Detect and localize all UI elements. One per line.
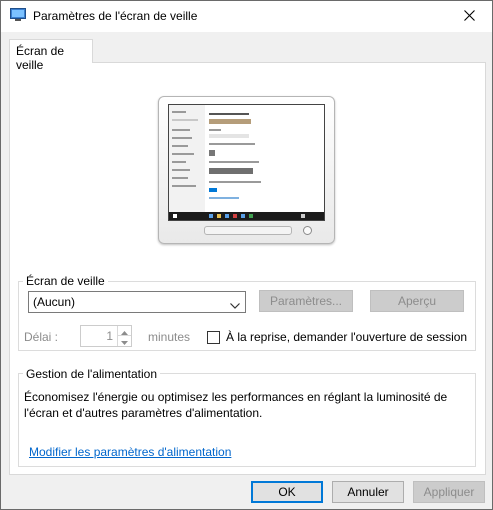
cancel-button[interactable]: Annuler (332, 481, 404, 503)
tab-screensaver[interactable]: Écran de veille (9, 39, 93, 72)
ok-button[interactable]: OK (251, 481, 323, 503)
screensaver-monitor-icon (10, 8, 26, 22)
delay-decrement-button[interactable] (118, 336, 131, 346)
tab-panel: Écran de veille (Aucun) Paramètres... Ap… (9, 62, 486, 475)
chevron-down-icon (121, 334, 128, 348)
monitor-bezel-bar (204, 226, 292, 235)
resume-logon-checkbox[interactable] (207, 331, 220, 344)
apply-button[interactable]: Appliquer (413, 481, 485, 503)
delay-value: 1 (106, 329, 113, 343)
preview-screen (168, 104, 325, 221)
chevron-down-icon (230, 298, 240, 312)
screensaver-settings-dialog: Paramètres de l'écran de veille Écran de… (0, 0, 493, 510)
power-description: Économisez l'énergie ou optimisez les pe… (24, 390, 448, 420)
preview-taskbar (169, 212, 324, 220)
window-title: Paramètres de l'écran de veille (33, 9, 198, 23)
settings-button[interactable]: Paramètres... (259, 290, 353, 312)
delay-unit: minutes (148, 330, 191, 344)
resume-logon-label[interactable]: À la reprise, demander l'ouverture de se… (226, 330, 467, 344)
close-button[interactable] (446, 1, 492, 32)
power-group-legend: Gestion de l'alimentation (23, 367, 161, 381)
preview-button[interactable]: Aperçu (370, 290, 464, 312)
monitor-power-button (303, 226, 312, 235)
delay-stepper-buttons (117, 326, 131, 346)
screensaver-group-legend: Écran de veille (23, 274, 108, 288)
preview-settings-sidebar (169, 105, 205, 213)
screensaver-select[interactable]: (Aucun) (28, 291, 246, 313)
delay-stepper[interactable]: 1 (80, 325, 132, 347)
preview-monitor (158, 96, 335, 244)
screensaver-select-value: (Aucun) (33, 295, 76, 309)
power-settings-link[interactable]: Modifier les paramètres d'alimentation (29, 445, 231, 459)
title-bar[interactable]: Paramètres de l'écran de veille (1, 1, 492, 32)
delay-label: Délai : (24, 330, 59, 344)
close-icon (463, 9, 475, 24)
